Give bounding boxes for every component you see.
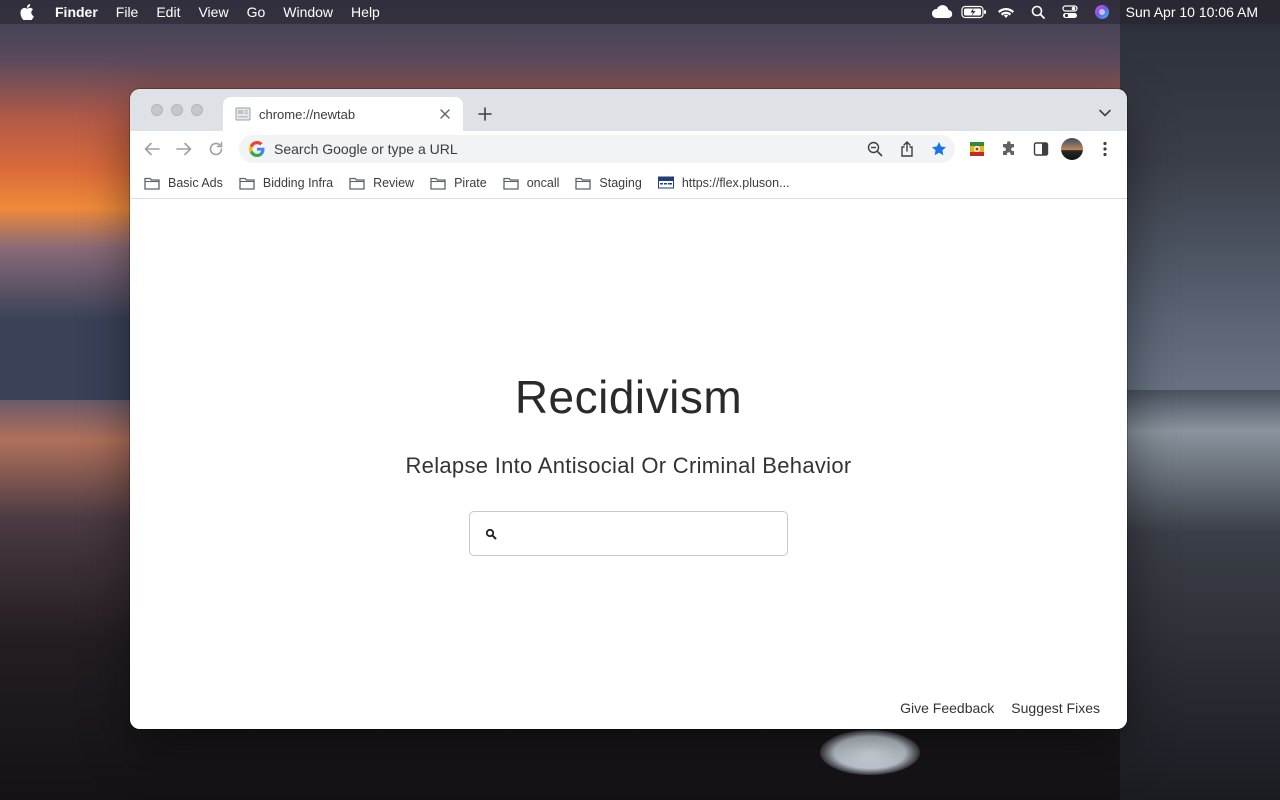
close-window-button[interactable]	[151, 104, 163, 116]
extensions-puzzle-icon[interactable]	[997, 137, 1021, 161]
bookmark-label: Basic Ads	[168, 175, 223, 190]
bookmark-label: oncall	[526, 175, 560, 190]
extension-icon[interactable]	[965, 137, 989, 161]
spotlight-search-icon[interactable]	[1022, 0, 1054, 24]
apple-menu-icon[interactable]	[20, 4, 34, 20]
battery-icon[interactable]	[958, 0, 990, 24]
cloud-app-icon[interactable]	[926, 0, 958, 24]
page-subtitle: Relapse Into Antisocial Or Criminal Beha…	[405, 453, 852, 478]
side-panel-icon[interactable]	[1029, 137, 1053, 161]
address-bar-placeholder: Search Google or type a URL	[274, 141, 458, 157]
menu-file[interactable]: File	[107, 0, 148, 24]
zoom-window-button[interactable]	[191, 104, 203, 116]
bookmark-link-flex[interactable]: https://flex.pluson...	[657, 175, 790, 190]
zoom-out-icon[interactable]	[859, 135, 891, 163]
page-title: Recidivism	[514, 371, 743, 423]
search-box[interactable]	[469, 511, 788, 556]
bookmark-label: Pirate	[454, 175, 487, 190]
menu-clock[interactable]: Sun Apr 10 10:06 AM	[1118, 4, 1280, 20]
bookmark-folder-bidding-infra[interactable]: Bidding Infra	[239, 176, 333, 190]
page-content: Recidivism Relapse Into Antisocial Or Cr…	[130, 200, 1127, 729]
suggest-fixes-link[interactable]: Suggest Fixes	[1011, 700, 1100, 716]
reload-icon[interactable]	[207, 140, 225, 158]
folder-icon	[503, 177, 519, 190]
window-controls	[151, 104, 203, 116]
menu-window[interactable]: Window	[274, 0, 342, 24]
give-feedback-link[interactable]: Give Feedback	[900, 700, 994, 716]
new-tab-plus-icon[interactable]	[475, 104, 495, 124]
bookmark-folder-pirate[interactable]: Pirate	[430, 176, 487, 190]
bookmark-label: Staging	[599, 175, 642, 190]
share-icon[interactable]	[891, 135, 923, 163]
profile-avatar[interactable]	[1061, 138, 1083, 160]
wifi-icon[interactable]	[990, 0, 1022, 24]
tab-search-chevron-icon[interactable]	[1097, 105, 1113, 121]
siri-icon[interactable]	[1086, 0, 1118, 24]
browser-toolbar: Search Google or type a URL	[130, 131, 1127, 167]
menu-edit[interactable]: Edit	[147, 0, 189, 24]
bookmark-folder-basic-ads[interactable]: Basic Ads	[144, 176, 223, 190]
bookmark-folder-oncall[interactable]: oncall	[503, 175, 560, 190]
menu-app-name[interactable]: Finder	[46, 0, 107, 24]
folder-icon	[430, 177, 446, 190]
tab-title: chrome://newtab	[259, 106, 356, 122]
minimize-window-button[interactable]	[171, 104, 183, 116]
more-menu-icon[interactable]	[1093, 137, 1117, 161]
bookmark-label: Bidding Infra	[262, 175, 334, 190]
bookmark-label: https://flex.pluson...	[681, 175, 790, 190]
address-bar[interactable]: Search Google or type a URL	[239, 135, 955, 163]
site-favicon	[657, 176, 674, 188]
browser-window: chrome://newtab Search Google or type a …	[130, 89, 1127, 729]
page-favicon-icon	[235, 106, 251, 122]
tab-strip: chrome://newtab	[130, 89, 1127, 131]
tab-newtab[interactable]: chrome://newtab	[223, 97, 463, 131]
control-center-icon[interactable]	[1054, 0, 1086, 24]
close-tab-icon[interactable]	[437, 106, 453, 122]
folder-icon	[239, 177, 255, 190]
menu-bar: Finder File Edit View Go Window Help Sun…	[0, 0, 1280, 24]
bookmarks-bar: Basic Ads Bidding Infra Review Pirate on…	[130, 167, 1127, 199]
bookmark-star-icon[interactable]	[923, 135, 955, 163]
search-input[interactable]	[505, 513, 787, 554]
forward-arrow-icon[interactable]	[175, 140, 193, 158]
footer-links: Give Feedback Suggest Fixes	[900, 700, 1100, 716]
menu-view[interactable]: View	[189, 0, 237, 24]
bookmark-folder-review[interactable]: Review	[349, 176, 414, 190]
folder-icon	[575, 177, 592, 190]
search-icon	[485, 528, 497, 539]
back-arrow-icon[interactable]	[143, 140, 161, 158]
google-g-icon	[249, 140, 265, 157]
bookmark-label: Review	[373, 175, 415, 190]
folder-icon	[349, 177, 365, 190]
bookmark-folder-staging[interactable]: Staging	[575, 175, 642, 190]
menu-go[interactable]: Go	[238, 0, 275, 24]
menu-help[interactable]: Help	[342, 0, 389, 24]
folder-icon	[144, 177, 160, 190]
